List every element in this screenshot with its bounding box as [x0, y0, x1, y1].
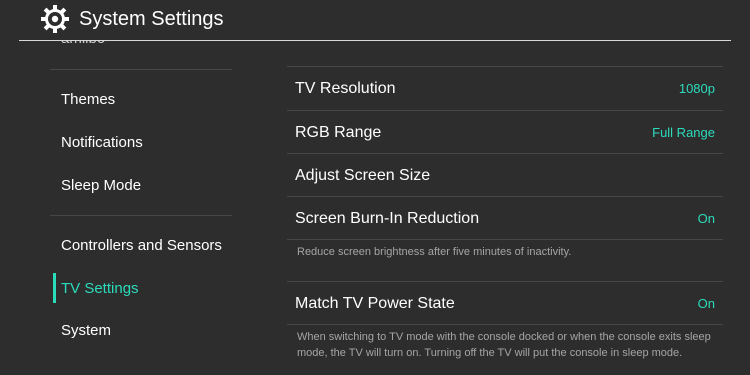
- sidebar-item-amiibo[interactable]: amiibo: [61, 41, 105, 49]
- row-value: 1080p: [678, 81, 715, 96]
- row-value: Full Range: [652, 125, 715, 140]
- sidebar-item-notifications[interactable]: Notifications: [61, 133, 143, 153]
- row-value: On: [697, 211, 715, 226]
- tv-settings-panel: TV Resolution 1080p RGB Range Full Range…: [287, 41, 723, 375]
- row-divider: [287, 239, 723, 240]
- row-adjust-screen-size[interactable]: Adjust Screen Size: [287, 154, 723, 197]
- row-label: Screen Burn-In Reduction: [295, 210, 480, 227]
- row-tv-resolution[interactable]: TV Resolution 1080p: [287, 67, 723, 110]
- sidebar-item-tv-settings[interactable]: TV Settings: [61, 279, 139, 299]
- row-label: RGB Range: [295, 124, 382, 141]
- row-value: On: [697, 296, 715, 311]
- row-screen-burn-in-reduction[interactable]: Screen Burn-In Reduction On: [287, 197, 723, 240]
- sidebar-item-themes[interactable]: Themes: [61, 90, 115, 110]
- row-divider: [287, 324, 723, 325]
- sidebar: amiibo Themes Notifications Sleep Mode C…: [0, 41, 250, 375]
- sidebar-item-sleep-mode[interactable]: Sleep Mode: [61, 176, 141, 196]
- page-title: System Settings: [79, 8, 224, 30]
- gear-icon: [41, 5, 69, 33]
- sidebar-item-controllers-and-sensors[interactable]: Controllers and Sensors: [61, 236, 222, 256]
- sidebar-item-system[interactable]: System: [61, 321, 111, 341]
- system-settings-screen: System Settings amiibo Themes Notificati…: [0, 0, 750, 375]
- power-state-description: When switching to TV mode with the conso…: [297, 331, 711, 359]
- sidebar-divider: [50, 69, 232, 70]
- row-rgb-range[interactable]: RGB Range Full Range: [287, 111, 723, 154]
- row-label: Match TV Power State: [295, 295, 455, 312]
- burn-in-description: Reduce screen brightness after five minu…: [297, 246, 572, 258]
- header: System Settings: [0, 0, 750, 40]
- row-label: TV Resolution: [295, 80, 396, 97]
- row-match-tv-power-state[interactable]: Match TV Power State On: [287, 282, 723, 325]
- selection-indicator: [53, 273, 56, 303]
- sidebar-divider: [50, 215, 232, 216]
- row-label: Adjust Screen Size: [295, 167, 431, 184]
